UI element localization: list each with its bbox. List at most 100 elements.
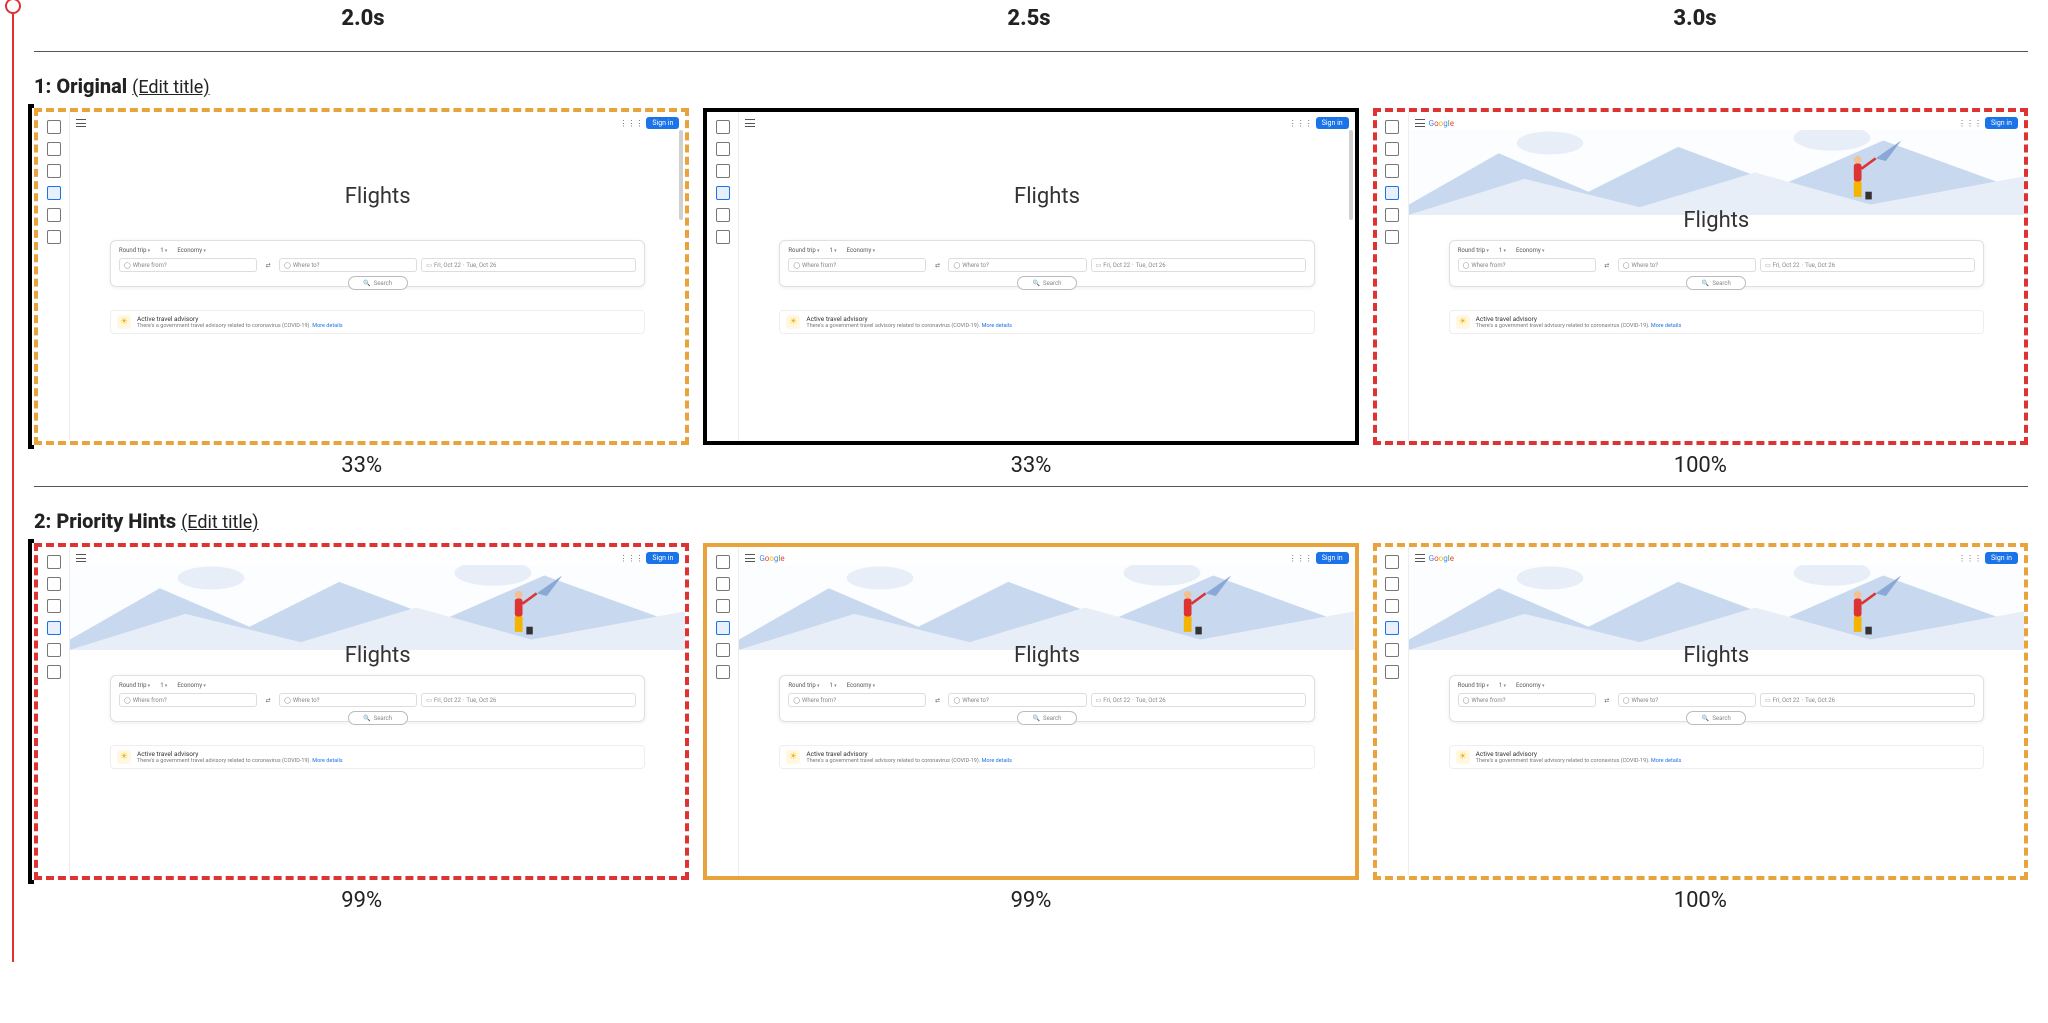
swap-locations-icon[interactable]: ⇄ [930,693,944,707]
apps-grid-icon[interactable]: ⋮⋮⋮ [1958,119,1982,128]
origin-input[interactable]: ◯ Where from? [1458,258,1596,272]
date-range-input[interactable]: ▭ Fri, Oct 22 · Tue, Oct 26 [1760,693,1975,707]
destination-input[interactable]: ◯ Where to? [279,258,417,272]
trip-type-select[interactable]: Round trip [788,682,819,689]
nav-hotels-icon[interactable] [716,208,730,222]
nav-travel-icon[interactable] [1385,555,1399,569]
apps-grid-icon[interactable]: ⋮⋮⋮ [619,554,643,563]
trip-type-select[interactable]: Round trip [788,247,819,254]
nav-hotels-icon[interactable] [1385,208,1399,222]
cabin-class-select[interactable]: Economy [1516,682,1545,689]
nav-hotels-icon[interactable] [1385,643,1399,657]
advisory-link[interactable]: More details [982,758,1012,764]
date-range-input[interactable]: ▭ Fri, Oct 22 · Tue, Oct 26 [1760,258,1975,272]
origin-input[interactable]: ◯ Where from? [1458,693,1596,707]
nav-vacation-icon[interactable] [716,665,730,679]
advisory-link[interactable]: More details [312,323,342,329]
scrollbar[interactable] [679,130,683,220]
nav-explore-icon[interactable] [1385,142,1399,156]
advisory-link[interactable]: More details [312,758,342,764]
nav-things-icon[interactable] [1385,164,1399,178]
trip-type-select[interactable]: Round trip [1458,682,1489,689]
search-button[interactable]: 🔍 Search [1017,711,1077,725]
apps-grid-icon[interactable]: ⋮⋮⋮ [1958,554,1982,563]
sign-in-button[interactable]: Sign in [1985,552,2018,564]
hamburger-menu-icon[interactable] [745,554,755,562]
passenger-select[interactable]: 1 [160,682,167,689]
trip-type-select[interactable]: Round trip [119,682,150,689]
nav-explore-icon[interactable] [47,142,61,156]
nav-vacation-icon[interactable] [716,230,730,244]
passenger-select[interactable]: 1 [830,247,837,254]
origin-input[interactable]: ◯ Where from? [788,693,926,707]
nav-vacation-icon[interactable] [1385,230,1399,244]
hamburger-menu-icon[interactable] [745,119,755,127]
hamburger-menu-icon[interactable] [1415,554,1425,562]
search-button[interactable]: 🔍 Search [1686,276,1746,290]
scrollbar[interactable] [1349,130,1353,220]
apps-grid-icon[interactable]: ⋮⋮⋮ [1289,119,1313,128]
nav-travel-icon[interactable] [1385,120,1399,134]
nav-vacation-icon[interactable] [47,665,61,679]
sign-in-button[interactable]: Sign in [1985,117,2018,129]
apps-grid-icon[interactable]: ⋮⋮⋮ [619,119,643,128]
origin-input[interactable]: ◯ Where from? [119,258,257,272]
swap-locations-icon[interactable]: ⇄ [1600,258,1614,272]
nav-things-icon[interactable] [716,164,730,178]
hamburger-menu-icon[interactable] [76,554,86,562]
advisory-link[interactable]: More details [1651,323,1681,329]
nav-explore-icon[interactable] [716,577,730,591]
sign-in-button[interactable]: Sign in [646,117,679,129]
nav-hotels-icon[interactable] [716,643,730,657]
apps-grid-icon[interactable]: ⋮⋮⋮ [1289,554,1313,563]
date-range-input[interactable]: ▭ Fri, Oct 22 · Tue, Oct 26 [421,693,636,707]
swap-locations-icon[interactable]: ⇄ [261,258,275,272]
nav-explore-icon[interactable] [1385,577,1399,591]
edit-title-link[interactable]: (Edit title) [132,77,209,98]
trip-type-select[interactable]: Round trip [1458,247,1489,254]
nav-travel-icon[interactable] [716,120,730,134]
passenger-select[interactable]: 1 [1499,682,1506,689]
cabin-class-select[interactable]: Economy [847,682,876,689]
advisory-link[interactable]: More details [982,323,1012,329]
nav-flights-icon[interactable] [47,186,61,200]
nav-hotels-icon[interactable] [47,643,61,657]
nav-explore-icon[interactable] [47,577,61,591]
destination-input[interactable]: ◯ Where to? [948,258,1086,272]
trip-type-select[interactable]: Round trip [119,247,150,254]
destination-input[interactable]: ◯ Where to? [948,693,1086,707]
date-range-input[interactable]: ▭ Fri, Oct 22 · Tue, Oct 26 [421,258,636,272]
nav-travel-icon[interactable] [47,555,61,569]
cabin-class-select[interactable]: Economy [177,247,206,254]
nav-travel-icon[interactable] [716,555,730,569]
passenger-select[interactable]: 1 [830,682,837,689]
sign-in-button[interactable]: Sign in [1316,117,1349,129]
nav-hotels-icon[interactable] [47,208,61,222]
origin-input[interactable]: ◯ Where from? [788,258,926,272]
search-button[interactable]: 🔍 Search [348,711,408,725]
swap-locations-icon[interactable]: ⇄ [930,258,944,272]
swap-locations-icon[interactable]: ⇄ [1600,693,1614,707]
search-button[interactable]: 🔍 Search [348,276,408,290]
sign-in-button[interactable]: Sign in [646,552,679,564]
destination-input[interactable]: ◯ Where to? [1618,258,1756,272]
search-button[interactable]: 🔍 Search [1686,711,1746,725]
cabin-class-select[interactable]: Economy [847,247,876,254]
nav-vacation-icon[interactable] [47,230,61,244]
nav-flights-icon[interactable] [1385,186,1399,200]
cabin-class-select[interactable]: Economy [177,682,206,689]
nav-things-icon[interactable] [1385,599,1399,613]
nav-travel-icon[interactable] [47,120,61,134]
nav-flights-icon[interactable] [47,621,61,635]
advisory-link[interactable]: More details [1651,758,1681,764]
nav-flights-icon[interactable] [716,186,730,200]
date-range-input[interactable]: ▭ Fri, Oct 22 · Tue, Oct 26 [1091,693,1306,707]
sign-in-button[interactable]: Sign in [1316,552,1349,564]
nav-explore-icon[interactable] [716,142,730,156]
hamburger-menu-icon[interactable] [76,119,86,127]
nav-things-icon[interactable] [47,164,61,178]
swap-locations-icon[interactable]: ⇄ [261,693,275,707]
date-range-input[interactable]: ▭ Fri, Oct 22 · Tue, Oct 26 [1091,258,1306,272]
nav-things-icon[interactable] [47,599,61,613]
hamburger-menu-icon[interactable] [1415,119,1425,127]
